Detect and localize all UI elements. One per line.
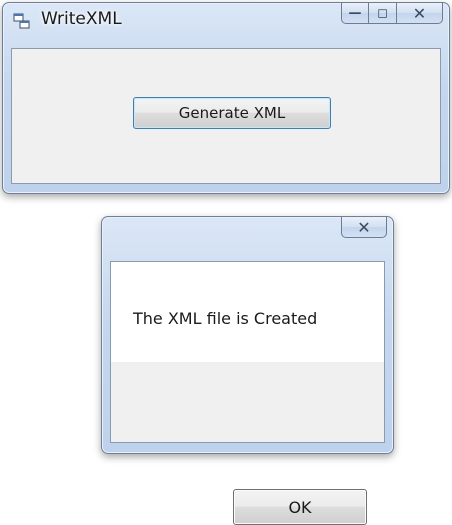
close-button[interactable]: ✕ bbox=[397, 3, 443, 24]
generate-xml-button[interactable]: Generate XML bbox=[133, 97, 331, 129]
message-text: The XML file is Created bbox=[133, 309, 318, 328]
message-box-caption-buttons: ✕ bbox=[341, 217, 387, 239]
ok-button[interactable]: OK bbox=[233, 489, 367, 525]
message-box-close-button[interactable]: ✕ bbox=[341, 217, 387, 238]
main-client-area: Generate XML bbox=[11, 48, 441, 184]
minimize-icon: — bbox=[348, 5, 362, 21]
minimize-button[interactable]: — bbox=[341, 3, 369, 24]
main-titlebar[interactable]: WriteXML — ◻ ✕ bbox=[3, 3, 449, 37]
message-box-client-area: The XML file is Created OK bbox=[110, 261, 385, 525]
message-box-footer: OK bbox=[111, 362, 384, 525]
app-form-icon bbox=[13, 13, 30, 29]
main-window: WriteXML — ◻ ✕ Generate XML bbox=[2, 2, 450, 194]
close-icon: ✕ bbox=[357, 217, 371, 237]
caption-buttons: — ◻ ✕ bbox=[341, 3, 443, 25]
message-box: ✕ The XML file is Created OK bbox=[101, 216, 394, 525]
maximize-icon: ◻ bbox=[377, 5, 388, 21]
maximize-button[interactable]: ◻ bbox=[369, 3, 397, 24]
message-box-titlebar[interactable]: ✕ bbox=[102, 217, 393, 251]
close-icon: ✕ bbox=[412, 3, 427, 23]
window-title: WriteXML bbox=[41, 9, 122, 29]
